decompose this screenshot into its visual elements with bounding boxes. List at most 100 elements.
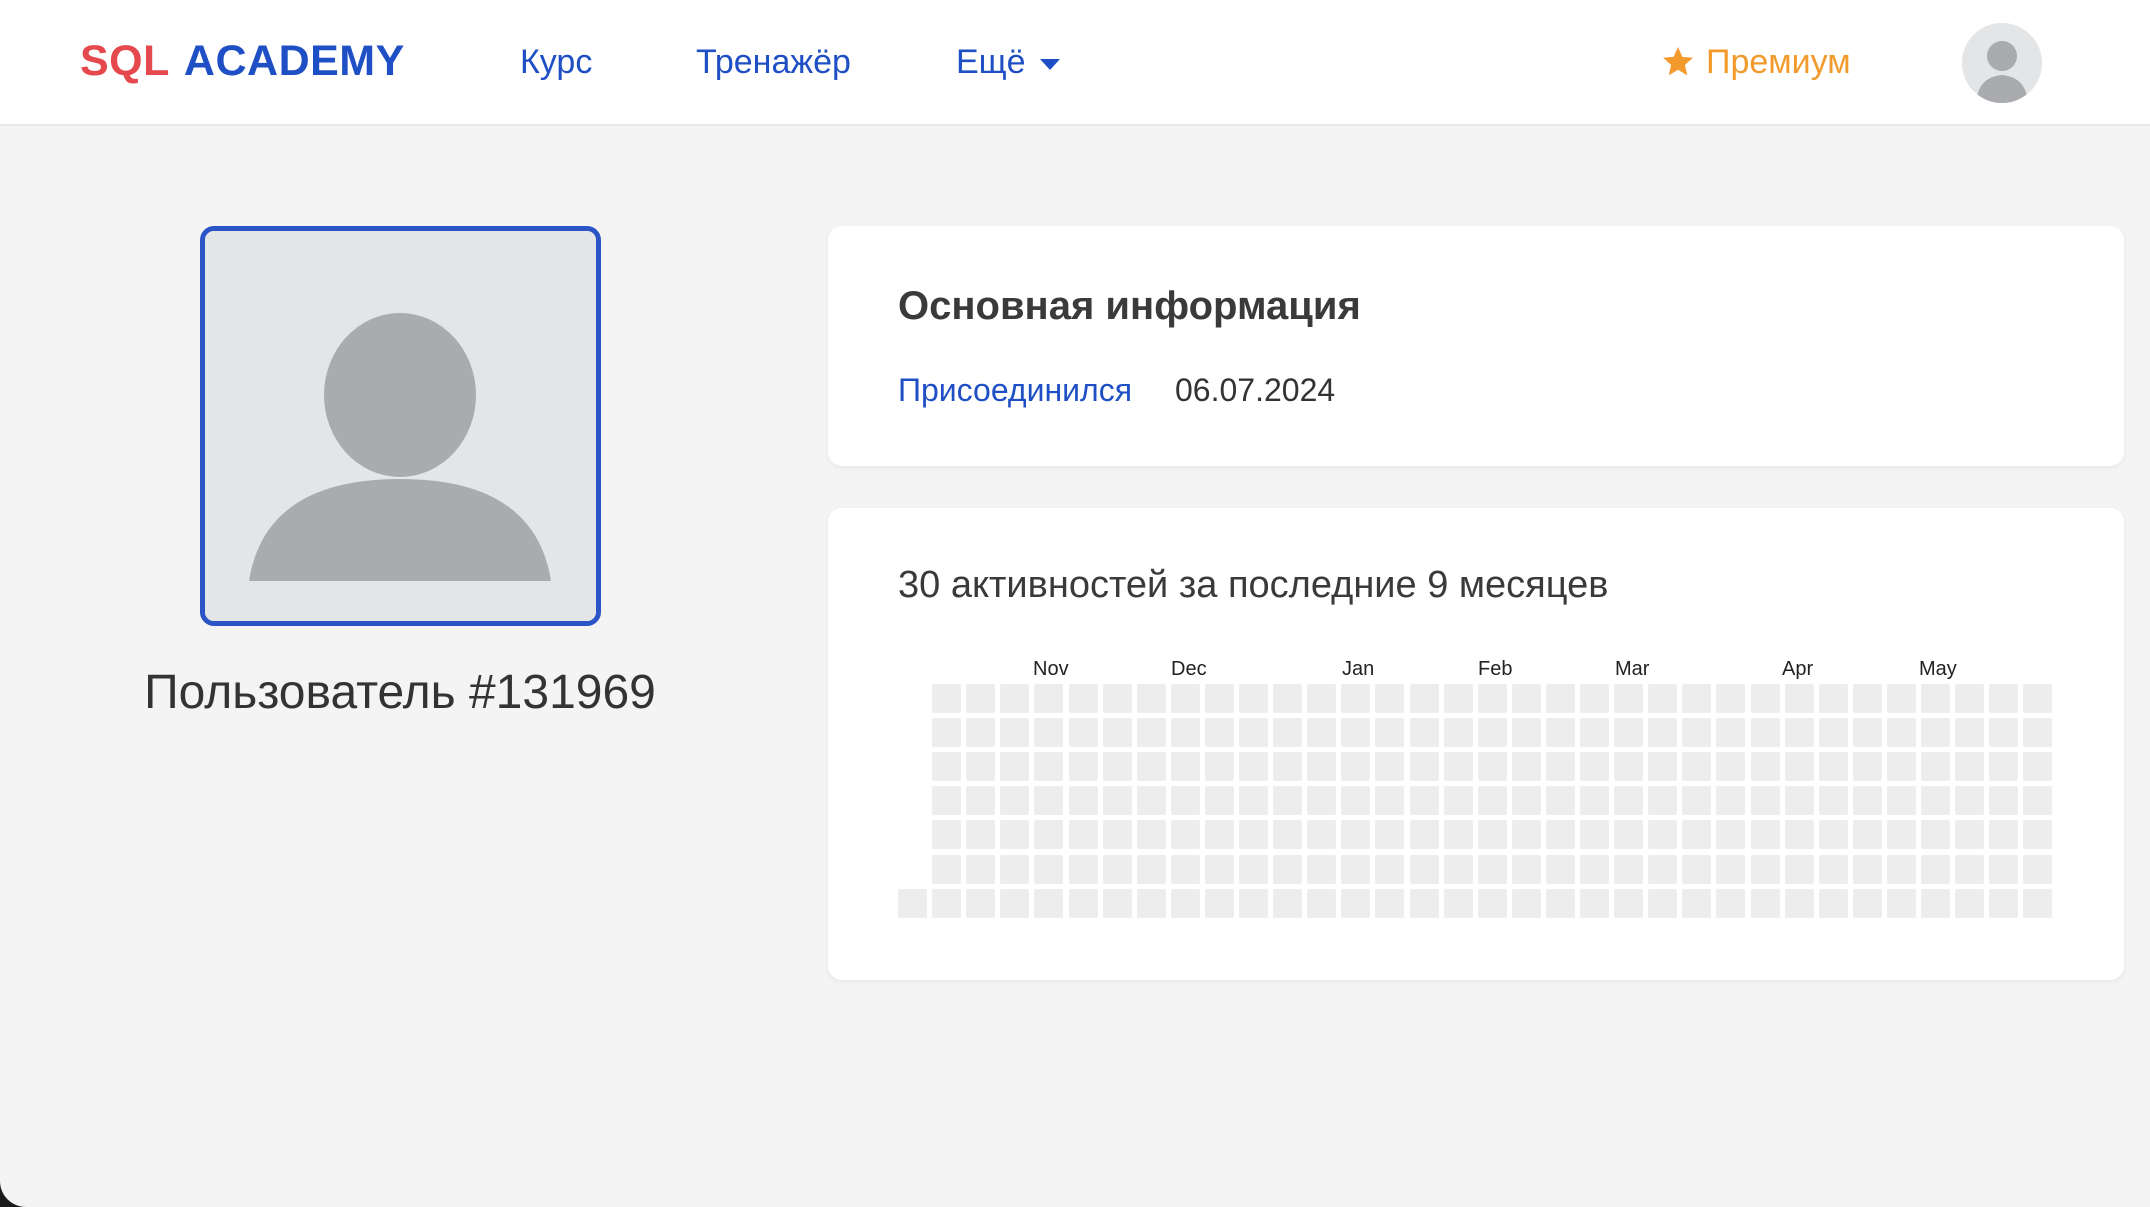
activity-day-cell[interactable] [966,718,995,747]
activity-day-cell[interactable] [1000,684,1029,713]
activity-day-cell[interactable] [1171,718,1200,747]
activity-day-cell[interactable] [1614,684,1643,713]
activity-day-cell[interactable] [1989,684,2018,713]
activity-day-cell[interactable] [1205,752,1234,781]
activity-day-cell[interactable] [1648,718,1677,747]
activity-day-cell[interactable] [1341,820,1370,849]
activity-day-cell[interactable] [1478,820,1507,849]
activity-day-cell[interactable] [1819,820,1848,849]
activity-day-cell[interactable] [1375,786,1404,815]
activity-day-cell[interactable] [1648,820,1677,849]
activity-day-cell[interactable] [1751,820,1780,849]
activity-day-cell[interactable] [1000,820,1029,849]
sql-academy-logo[interactable]: SQL ACADEMY [80,30,405,92]
activity-day-cell[interactable] [1751,684,1780,713]
activity-day-cell[interactable] [966,752,995,781]
activity-day-cell[interactable] [1103,855,1132,884]
activity-day-cell[interactable] [2023,855,2052,884]
activity-day-cell[interactable] [1000,718,1029,747]
activity-day-cell[interactable] [1819,889,1848,918]
activity-day-cell[interactable] [1478,855,1507,884]
activity-day-cell[interactable] [1546,889,1575,918]
activity-day-cell[interactable] [1887,855,1916,884]
activity-day-cell[interactable] [1512,718,1541,747]
activity-day-cell[interactable] [1989,855,2018,884]
activity-day-cell[interactable] [1819,786,1848,815]
activity-day-cell[interactable] [1785,786,1814,815]
activity-day-cell[interactable] [1546,820,1575,849]
activity-day-cell[interactable] [1034,855,1063,884]
activity-day-cell[interactable] [1887,752,1916,781]
activity-day-cell[interactable] [1000,752,1029,781]
activity-day-cell[interactable] [1580,889,1609,918]
activity-day-cell[interactable] [1887,684,1916,713]
activity-day-cell[interactable] [1989,752,2018,781]
activity-day-cell[interactable] [2023,752,2052,781]
activity-day-cell[interactable] [1137,855,1166,884]
activity-day-cell[interactable] [1444,889,1473,918]
activity-day-cell[interactable] [1989,889,2018,918]
activity-day-cell[interactable] [1955,752,1984,781]
activity-day-cell[interactable] [966,855,995,884]
activity-day-cell[interactable] [1444,684,1473,713]
activity-day-cell[interactable] [932,718,961,747]
activity-day-cell[interactable] [1444,718,1473,747]
activity-day-cell[interactable] [1307,889,1336,918]
activity-day-cell[interactable] [1034,786,1063,815]
activity-day-cell[interactable] [1478,889,1507,918]
activity-day-cell[interactable] [1614,718,1643,747]
activity-day-cell[interactable] [932,684,961,713]
activity-day-cell[interactable] [1375,752,1404,781]
activity-day-cell[interactable] [1103,786,1132,815]
activity-day-cell[interactable] [1103,820,1132,849]
activity-day-cell[interactable] [1512,889,1541,918]
activity-day-cell[interactable] [1444,820,1473,849]
activity-day-cell[interactable] [1682,855,1711,884]
activity-day-cell[interactable] [1512,820,1541,849]
activity-day-cell[interactable] [1751,786,1780,815]
activity-day-cell[interactable] [932,820,961,849]
activity-day-cell[interactable] [1546,786,1575,815]
activity-day-cell[interactable] [1785,752,1814,781]
activity-day-cell[interactable] [1069,855,1098,884]
activity-day-cell[interactable] [1716,855,1745,884]
activity-day-cell[interactable] [1137,820,1166,849]
activity-day-cell[interactable] [1887,820,1916,849]
activity-day-cell[interactable] [1069,752,1098,781]
activity-day-cell[interactable] [1580,855,1609,884]
activity-day-cell[interactable] [1716,684,1745,713]
activity-day-cell[interactable] [1921,752,1950,781]
activity-day-cell[interactable] [1000,855,1029,884]
activity-day-cell[interactable] [1648,855,1677,884]
nav-course-link[interactable]: Курс [520,40,592,84]
activity-day-cell[interactable] [1614,820,1643,849]
activity-day-cell[interactable] [2023,684,2052,713]
activity-day-cell[interactable] [1751,855,1780,884]
activity-day-cell[interactable] [1785,820,1814,849]
activity-day-cell[interactable] [1137,889,1166,918]
activity-day-cell[interactable] [1410,889,1439,918]
activity-day-cell[interactable] [1000,889,1029,918]
activity-day-cell[interactable] [1137,684,1166,713]
user-avatar-button[interactable] [1962,23,2042,103]
activity-day-cell[interactable] [1307,855,1336,884]
activity-day-cell[interactable] [1410,855,1439,884]
activity-day-cell[interactable] [1375,855,1404,884]
activity-day-cell[interactable] [1648,889,1677,918]
activity-day-cell[interactable] [1819,752,1848,781]
activity-day-cell[interactable] [1239,752,1268,781]
activity-day-cell[interactable] [1341,752,1370,781]
activity-day-cell[interactable] [1341,684,1370,713]
activity-day-cell[interactable] [1375,820,1404,849]
activity-day-cell[interactable] [1921,820,1950,849]
activity-day-cell[interactable] [1989,718,2018,747]
activity-day-cell[interactable] [1444,786,1473,815]
activity-day-cell[interactable] [966,820,995,849]
activity-day-cell[interactable] [1478,718,1507,747]
activity-day-cell[interactable] [1955,889,1984,918]
activity-day-cell[interactable] [1375,889,1404,918]
activity-day-cell[interactable] [1478,684,1507,713]
activity-day-cell[interactable] [1273,889,1302,918]
activity-day-cell[interactable] [1751,889,1780,918]
activity-day-cell[interactable] [1137,718,1166,747]
